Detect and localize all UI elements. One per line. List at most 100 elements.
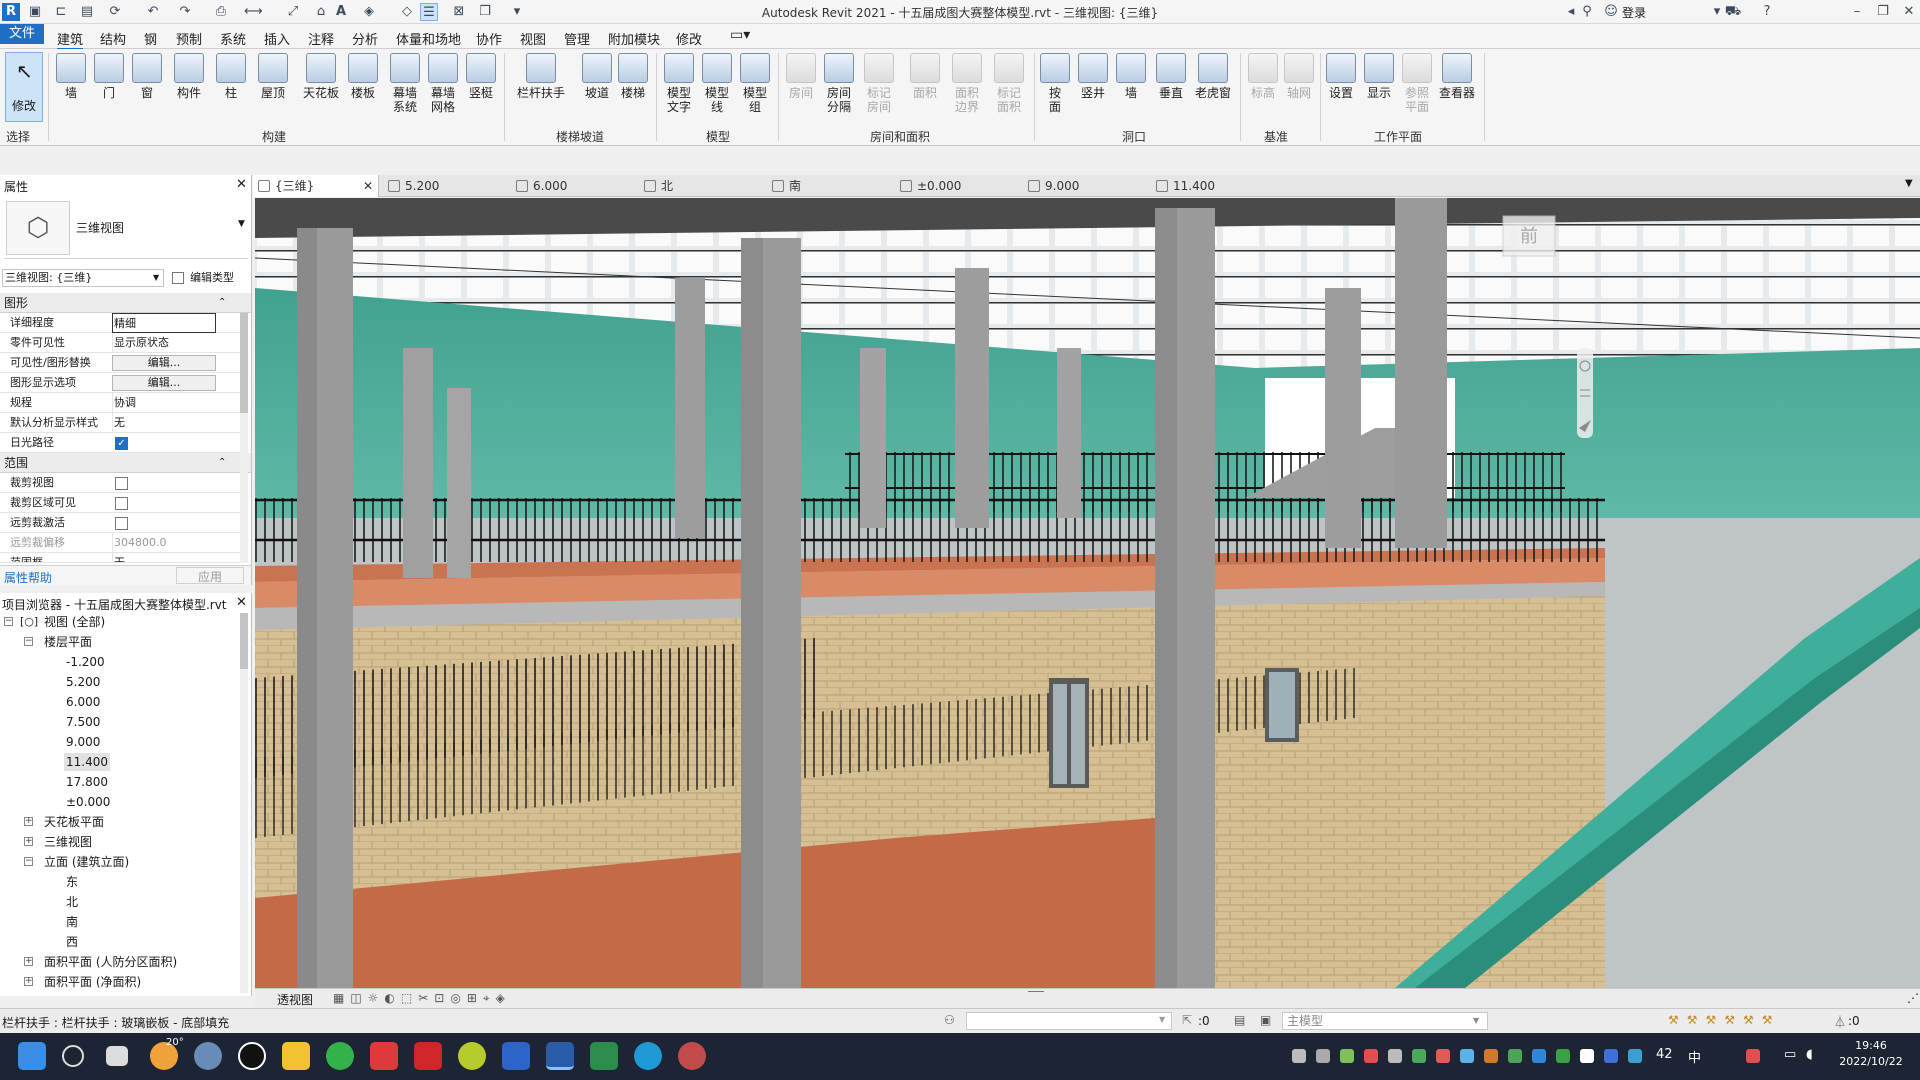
tab-insert[interactable]: 插入 — [264, 29, 290, 48]
sketch-app-icon[interactable] — [502, 1042, 530, 1070]
tab-systems[interactable]: 系统 — [220, 29, 246, 48]
prop-crop-view[interactable]: 裁剪视图 — [0, 473, 240, 493]
tab-annotate[interactable]: 注释 — [308, 29, 334, 48]
tree-level[interactable]: 17.800 — [66, 773, 108, 791]
resize-grip-icon[interactable]: ⋰ — [1907, 991, 1919, 1005]
settings-icon[interactable] — [194, 1042, 222, 1070]
app-icon[interactable] — [678, 1042, 706, 1070]
prop-far-clip-offset[interactable]: 远剪裁偏移 304800.0 — [0, 533, 240, 553]
curtain-grid-button[interactable]: 幕墙 网格 — [424, 53, 462, 114]
ramp-button[interactable]: 坡道 — [578, 53, 616, 100]
minimize-icon[interactable]: – — [1848, 3, 1866, 21]
view-tab-5200[interactable]: 5.200 — [383, 175, 507, 197]
volume-icon[interactable]: ◖ — [1806, 1047, 1813, 1062]
clock-date[interactable]: 2022/10/22 — [1836, 1055, 1906, 1068]
qq-icon[interactable] — [238, 1042, 266, 1070]
wall-button[interactable]: 墙 — [52, 53, 90, 100]
prop-scope-box[interactable]: 范围框无 — [0, 553, 240, 563]
tab-architecture[interactable]: 建筑 — [57, 29, 84, 50]
area-button[interactable]: 面积 — [906, 53, 944, 100]
editable-icon[interactable]: ▣ — [1260, 1013, 1271, 1027]
browser-scrollbar[interactable] — [240, 613, 248, 993]
tray-app-icon[interactable] — [1412, 1049, 1426, 1063]
file-explorer-icon[interactable] — [282, 1042, 310, 1070]
view-tab-3d[interactable]: {三维} ✕ — [253, 175, 379, 197]
tray-app-icon[interactable] — [1340, 1049, 1354, 1063]
tree-level[interactable]: 7.500 — [66, 713, 100, 731]
tab-massing-site[interactable]: 体量和场地 — [396, 29, 461, 48]
tray-app-icon[interactable] — [1364, 1049, 1378, 1063]
model-line-button[interactable]: 模型 线 — [698, 53, 736, 114]
shaft-button[interactable]: 竖井 — [1074, 53, 1112, 100]
far-clip-checkbox[interactable] — [115, 517, 128, 530]
prop-detail-level[interactable]: 详细程度 精细 — [0, 313, 240, 333]
vertical-opening-button[interactable]: 垂直 — [1152, 53, 1190, 100]
view-tab-9000[interactable]: 9.000 — [1023, 175, 1147, 197]
crop-view-checkbox[interactable] — [115, 477, 128, 490]
prop-vg-overrides[interactable]: 可见性/图形替换 编辑... — [0, 353, 240, 373]
prop-far-clip-active[interactable]: 远剪裁激活 — [0, 513, 240, 533]
tree-level-selected[interactable]: 11.400 — [64, 753, 110, 771]
by-face-button[interactable]: 按 面 — [1036, 53, 1074, 114]
view-tab-0000[interactable]: ±0.000 — [895, 175, 1019, 197]
model-group-button[interactable]: 模型 组 — [736, 53, 774, 114]
close-icon[interactable]: ✕ — [1900, 3, 1918, 21]
view-mode-label[interactable]: 透视图 — [277, 991, 313, 1008]
media-app-icon[interactable] — [458, 1042, 486, 1070]
tree-level[interactable]: ±0.000 — [66, 793, 110, 811]
design-option-select[interactable]: 主模型 ▼ — [1282, 1012, 1488, 1030]
room-button[interactable]: 房间 — [782, 53, 820, 100]
crop-visible-checkbox[interactable] — [115, 497, 128, 510]
dormer-button[interactable]: 老虎窗 — [1190, 53, 1236, 100]
selection-filter-icons[interactable]: ⚒⚒⚒⚒⚒⚒ — [1668, 1013, 1781, 1027]
tab-view[interactable]: 视图 — [520, 29, 546, 48]
help-icon[interactable]: ? — [1758, 3, 1776, 21]
3d-viewport[interactable]: 前 — [255, 198, 1920, 988]
tray-security-icon[interactable] — [1604, 1049, 1618, 1063]
tray-badge-icon[interactable]: 42 — [1656, 1047, 1673, 1062]
tree-level[interactable]: 6.000 — [66, 693, 100, 711]
drag-icon[interactable]: ⇱ — [1182, 1013, 1192, 1027]
close-tab-icon[interactable]: ✕ — [363, 175, 373, 197]
task-view-icon[interactable] — [106, 1046, 128, 1066]
tree-elevation[interactable]: 西 — [66, 933, 78, 951]
column-button[interactable]: 柱 — [212, 53, 250, 100]
component-button[interactable]: 构件 — [170, 53, 208, 100]
prop-parts-visibility[interactable]: 零件可见性 显示原状态 — [0, 333, 240, 353]
login-link[interactable]: 登录 — [1622, 4, 1646, 21]
select-panel-label[interactable]: 选择 — [6, 128, 30, 145]
railing-button[interactable]: 栏杆扶手 — [514, 53, 568, 100]
show-workplane-button[interactable]: 显示 — [1360, 53, 1398, 100]
tree-elevation[interactable]: 北 — [66, 893, 78, 911]
mullion-button[interactable]: 竖梃 — [462, 53, 500, 100]
search-icon[interactable] — [62, 1045, 84, 1067]
binoculars-icon[interactable]: ⚲ — [1578, 3, 1596, 21]
tab-analyze[interactable]: 分析 — [352, 29, 378, 48]
tab-structure[interactable]: 结构 — [100, 29, 126, 48]
view-control-icons[interactable]: ▦◫☼◐⬚✂⊡◎⊞⌖◈ — [333, 991, 511, 1006]
properties-scrollbar[interactable] — [240, 313, 248, 563]
door-button[interactable]: 门 — [90, 53, 128, 100]
restore-icon[interactable]: ❐ — [1874, 3, 1892, 21]
viewcube-label[interactable]: 前 — [1520, 226, 1538, 247]
design-options-icon[interactable]: ▤ — [1234, 1013, 1245, 1027]
tab-modify[interactable]: 修改 — [676, 29, 702, 48]
tray-app-icon[interactable] — [1436, 1049, 1450, 1063]
room-area-panel-label[interactable]: 房间和面积 — [870, 128, 930, 145]
tray-app-icon[interactable] — [1532, 1049, 1546, 1063]
tray-app-icon[interactable] — [1460, 1049, 1474, 1063]
workset-icon[interactable]: ⚇ — [944, 1013, 955, 1027]
view-tab-6000[interactable]: 6.000 — [511, 175, 635, 197]
tab-addins[interactable]: 附加模块 — [608, 29, 660, 48]
sun-path-checkbox[interactable]: ✓ — [115, 437, 128, 450]
view-tab-north[interactable]: 北 — [639, 175, 763, 197]
viewer-button[interactable]: 查看器 — [1434, 53, 1480, 100]
modify-button[interactable]: 修改 ↖ — [5, 52, 43, 122]
acrobat-icon[interactable] — [414, 1042, 442, 1070]
tag-area-button[interactable]: 标记 面积 — [990, 53, 1028, 114]
tray-app-icon[interactable] — [1484, 1049, 1498, 1063]
tray-app-icon[interactable] — [1388, 1049, 1402, 1063]
set-workplane-button[interactable]: 设置 — [1322, 53, 1360, 100]
graphic-display-edit-button[interactable]: 编辑... — [112, 375, 216, 391]
prop-sun-path[interactable]: 日光路径 ✓ — [0, 433, 240, 453]
